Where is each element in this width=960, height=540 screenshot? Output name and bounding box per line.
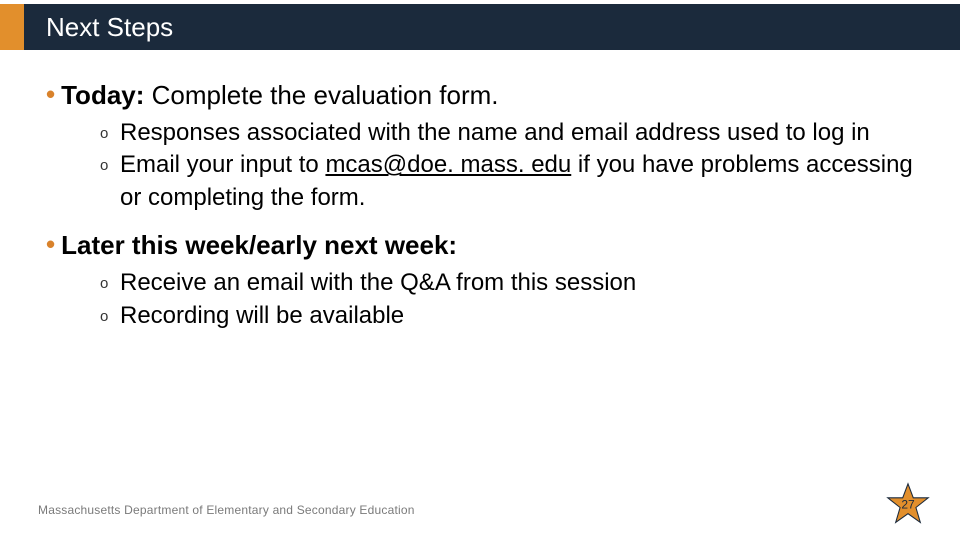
bullet-2-lead: Later this week/early next week: — [61, 230, 457, 260]
bullet-1-sublist: o Responses associated with the name and… — [100, 117, 930, 214]
bullet-1-text: Today: Complete the evaluation form. — [61, 78, 498, 113]
sub-item: o Email your input to mcas@doe. mass. ed… — [100, 149, 930, 214]
email-link[interactable]: mcas@doe. mass. edu — [325, 151, 571, 178]
sub-bullet-icon: o — [100, 124, 114, 144]
footer-text: Massachusetts Department of Elementary a… — [38, 503, 415, 517]
page-number: 27 — [901, 498, 914, 512]
slide: Next Steps • Today: Complete the evaluat… — [0, 0, 960, 540]
content-area: • Today: Complete the evaluation form. o… — [46, 78, 930, 346]
page-number-star: 27 — [886, 482, 930, 526]
sub-2-2-text: Recording will be available — [120, 300, 930, 332]
bullet-icon: • — [46, 228, 55, 262]
bullet-2-text: Later this week/early next week: — [61, 228, 457, 263]
sub-bullet-icon: o — [100, 156, 114, 176]
bullet-2: • Later this week/early next week: — [46, 228, 930, 263]
sub-bullet-icon: o — [100, 274, 114, 294]
sub-item: o Responses associated with the name and… — [100, 117, 930, 149]
sub-1-2-text: Email your input to mcas@doe. mass. edu … — [120, 149, 930, 214]
bullet-2-sublist: o Receive an email with the Q&A from thi… — [100, 267, 930, 332]
bullet-1: • Today: Complete the evaluation form. — [46, 78, 930, 113]
sub-item: o Recording will be available — [100, 300, 930, 332]
sub-1-2-pre: Email your input to — [120, 151, 325, 178]
bullet-1-rest: Complete the evaluation form. — [144, 80, 498, 110]
sub-bullet-icon: o — [100, 307, 114, 327]
sub-1-1-text: Responses associated with the name and e… — [120, 117, 930, 149]
title-accent-bar — [0, 4, 24, 50]
slide-title: Next Steps — [46, 12, 173, 43]
sub-2-1-text: Receive an email with the Q&A from this … — [120, 267, 930, 299]
title-bar: Next Steps — [24, 4, 960, 50]
bullet-icon: • — [46, 78, 55, 112]
sub-item: o Receive an email with the Q&A from thi… — [100, 267, 930, 299]
bullet-1-lead: Today: — [61, 80, 144, 110]
